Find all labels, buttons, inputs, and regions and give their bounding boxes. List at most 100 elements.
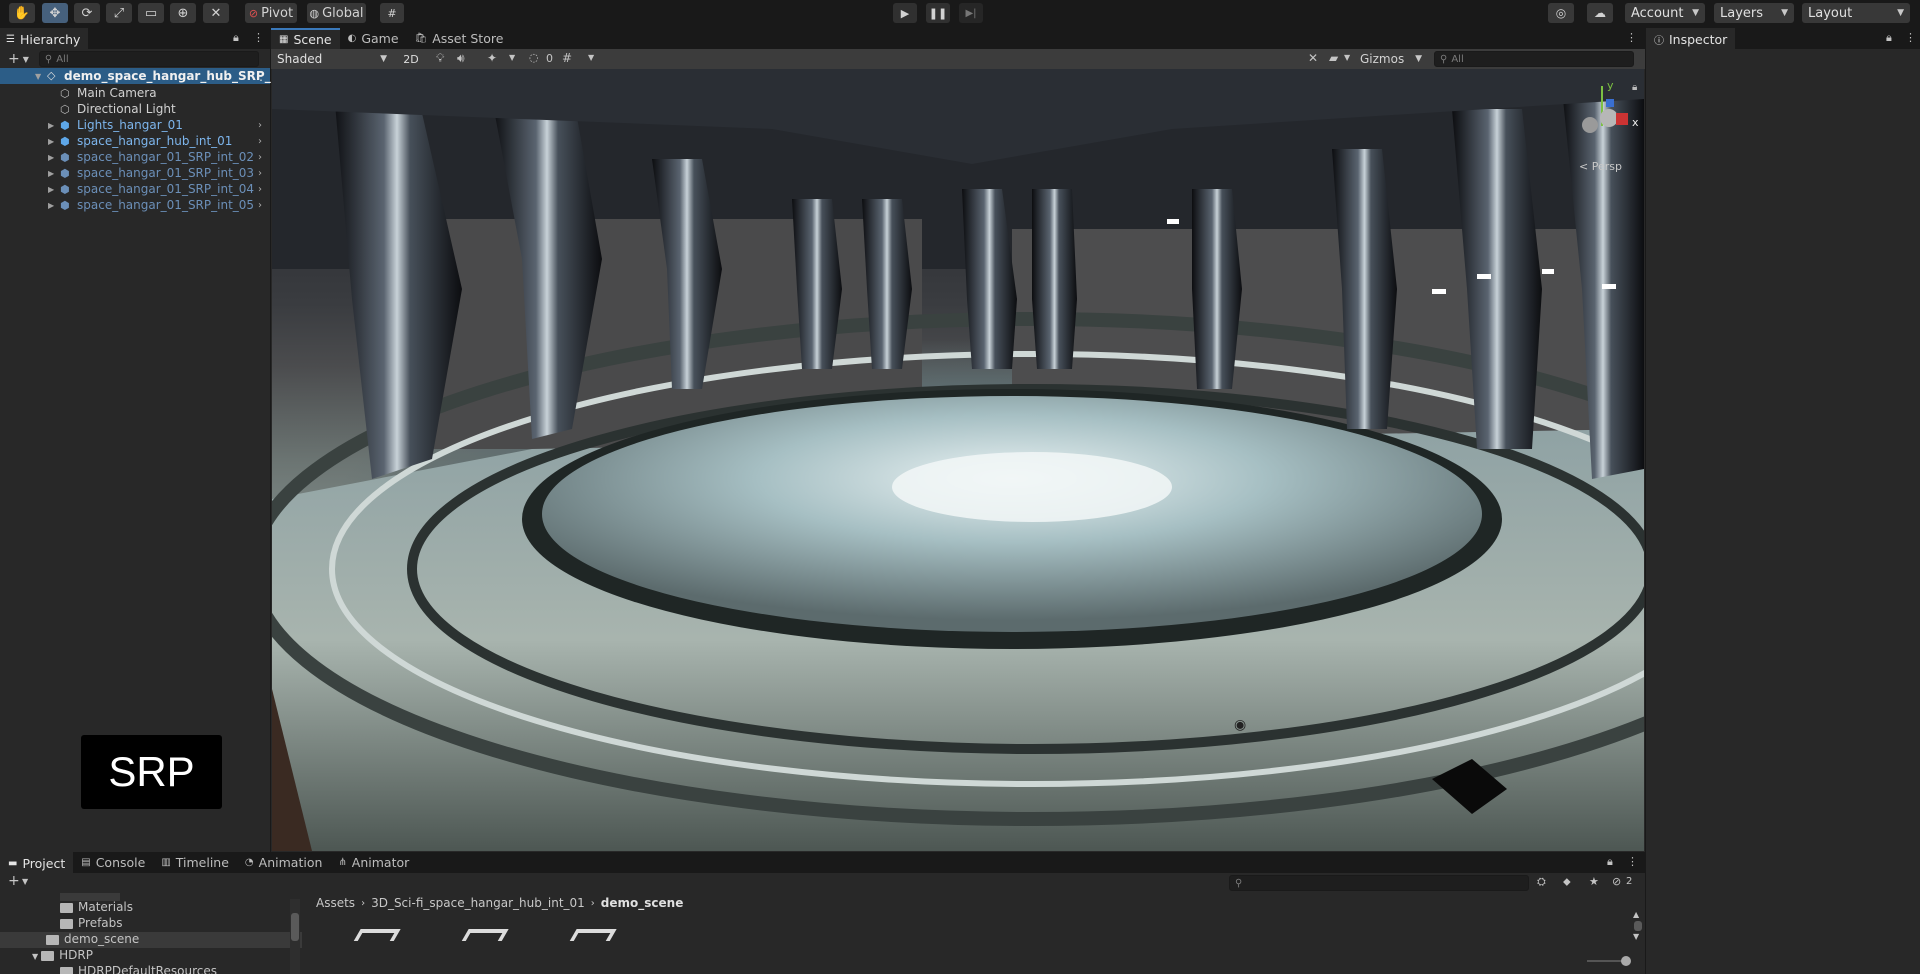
hidden-packages-icon[interactable]: ⊘ (1612, 875, 1621, 888)
lock-icon[interactable]: 🔒︎ (1886, 31, 1892, 45)
icon-size-slider-handle[interactable] (1621, 956, 1631, 966)
more-options-icon[interactable]: ⋮ (1905, 31, 1916, 44)
persp-label[interactable]: < Persp (1579, 160, 1622, 173)
scene-viewport[interactable]: y x 🔒︎ < Persp ◉ (272, 69, 1644, 851)
tools-icon[interactable]: ✕ (1308, 51, 1318, 65)
camera-icon[interactable]: ▰ (1329, 51, 1338, 65)
folder-item[interactable]: HDRPDefaultResources (60, 964, 217, 974)
orientation-gizmo[interactable]: y x 🔒︎ < Persp (1562, 69, 1644, 184)
more-options-icon[interactable]: ⋮ (253, 31, 264, 44)
favorite-star-icon[interactable]: ★ (1589, 875, 1599, 888)
tab-timeline[interactable]: ▥ Timeline (153, 852, 237, 873)
rotate-tool-button[interactable]: ⟳ (74, 3, 100, 23)
tab-inspector[interactable]: ⓘ Inspector (1646, 28, 1736, 49)
unity-asset-icon[interactable] (352, 927, 402, 941)
grid-snap-button[interactable]: # (380, 3, 404, 23)
expand-arrow-icon[interactable]: ▼ (35, 72, 41, 81)
rect-tool-button[interactable]: ▭ (138, 3, 164, 23)
hierarchy-search-input[interactable]: ⚲ All (38, 51, 259, 67)
assets-scrollbar[interactable]: ▲ ▼ (1633, 911, 1643, 943)
tree-scrollbar[interactable] (290, 899, 300, 974)
breadcrumb-item[interactable]: Assets (316, 896, 355, 910)
chevron-right-icon[interactable]: › (258, 152, 262, 163)
more-options-icon[interactable]: ⋮ (1626, 31, 1637, 44)
breadcrumb-item[interactable]: 3D_Sci-fi_space_hangar_hub_int_01 (371, 896, 585, 910)
tab-hierarchy[interactable]: ☰ Hierarchy (0, 28, 89, 49)
grid-icon[interactable]: # (562, 51, 572, 65)
tab-asset-store[interactable]: 🛍︎ Asset Store (407, 28, 512, 49)
shading-mode-dropdown[interactable]: Shaded ▼ (273, 50, 391, 68)
expand-arrow-icon[interactable]: ▶ (48, 185, 54, 194)
layout-dropdown[interactable]: Layout ▼ (1802, 3, 1910, 23)
global-toggle[interactable]: ◍ Global (307, 3, 366, 23)
lock-icon[interactable]: 🔒︎ (1607, 855, 1613, 869)
search-by-type-icon[interactable]: ⛭ (1537, 875, 1546, 889)
hierarchy-item[interactable]: ▶ ⬢ space_hangar_01_SRP_int_04 › (0, 181, 270, 197)
move-tool-button[interactable]: ✥ (42, 3, 68, 23)
tab-scene[interactable]: ▦ Scene (271, 28, 340, 49)
more-options-icon[interactable]: ⋮ (1627, 855, 1638, 868)
transform-tool-button[interactable]: ⊕ (170, 3, 196, 23)
chevron-down-icon[interactable]: ▼ (1344, 53, 1350, 62)
layers-dropdown[interactable]: Layers ▼ (1714, 3, 1794, 23)
chevron-right-icon[interactable]: › (258, 200, 262, 211)
chevron-down-icon[interactable]: ▼ (23, 55, 29, 64)
folder-item[interactable]: Materials (60, 900, 133, 916)
tree-scrollbar-thumb[interactable] (291, 913, 299, 941)
effects-icon[interactable]: ✦ (487, 51, 497, 65)
more-options-icon[interactable]: ⋮ (255, 69, 267, 83)
hand-tool-button[interactable]: ✋ (9, 3, 35, 23)
expand-arrow-icon[interactable]: ▼ (32, 952, 38, 961)
lighting-icon[interactable]: 💡︎ (436, 51, 444, 66)
folder-item-selected[interactable]: demo_scene (0, 932, 302, 948)
tab-console[interactable]: ▤ Console (73, 852, 153, 873)
hierarchy-item[interactable]: ▶ ⬢ space_hangar_hub_int_01 › (0, 133, 270, 149)
chevron-down-icon[interactable]: ▼ (588, 53, 594, 62)
custom-tool-button[interactable]: ✕ (203, 3, 229, 23)
chevron-down-icon[interactable]: ▼ (509, 53, 515, 62)
add-icon[interactable]: + (8, 51, 20, 67)
hierarchy-item[interactable]: ▶ ⬢ Lights_hangar_01 › (0, 117, 270, 133)
tab-animation[interactable]: ◔ Animation (237, 852, 330, 873)
chevron-right-icon[interactable]: › (258, 168, 262, 179)
play-button[interactable]: ▶ (893, 3, 917, 23)
breadcrumb-item-current[interactable]: demo_scene (601, 896, 684, 910)
hierarchy-item[interactable]: ⬡ Directional Light (0, 101, 270, 117)
collab-button[interactable]: ◎ (1548, 3, 1574, 23)
folder-item[interactable]: Prefabs (60, 916, 123, 932)
scene-visibility-icon[interactable]: ◌ (529, 51, 539, 64)
scene-search-input[interactable]: ⚲ All (1434, 51, 1634, 67)
tab-animator[interactable]: ⋔ Animator (330, 852, 417, 873)
folder-item[interactable]: ▼ HDRP (32, 948, 93, 964)
hierarchy-item[interactable]: ▶ ⬢ space_hangar_01_SRP_int_05 › (0, 197, 270, 213)
hierarchy-item[interactable]: ⬡ Main Camera (0, 85, 270, 101)
expand-arrow-icon[interactable]: ▶ (48, 169, 54, 178)
gizmos-dropdown[interactable]: Gizmos ▼ (1360, 50, 1422, 68)
account-dropdown[interactable]: Account ▼ (1625, 3, 1705, 23)
hierarchy-item[interactable]: ▶ ⬢ space_hangar_01_SRP_int_02 › (0, 149, 270, 165)
chevron-right-icon[interactable]: › (258, 120, 262, 131)
assets-scrollbar-thumb[interactable] (1634, 921, 1642, 931)
chevron-down-icon[interactable]: ▼ (22, 877, 28, 886)
scale-tool-button[interactable]: ⤢ (106, 3, 132, 23)
audio-icon[interactable]: 🔊︎ (457, 51, 465, 66)
expand-arrow-icon[interactable]: ▶ (48, 137, 54, 146)
chevron-right-icon[interactable]: › (258, 136, 262, 147)
icon-size-slider[interactable] (1587, 956, 1631, 966)
tab-project[interactable]: ▬ Project (0, 852, 74, 873)
hierarchy-root-row[interactable]: ▼ ◇ demo_space_hangar_hub_SRP_ ⋮ (0, 68, 271, 84)
lock-icon[interactable]: 🔒︎ (1632, 82, 1637, 93)
expand-arrow-icon[interactable]: ▶ (48, 121, 54, 130)
pivot-toggle[interactable]: ⊘ Pivot (245, 3, 297, 23)
pause-button[interactable]: ❚❚ (926, 3, 950, 23)
tab-game[interactable]: ◐ Game (340, 28, 407, 49)
2d-toggle[interactable]: 2D (399, 50, 423, 68)
expand-arrow-icon[interactable]: ▶ (48, 201, 54, 210)
expand-arrow-icon[interactable]: ▶ (48, 153, 54, 162)
search-by-label-icon[interactable]: ⬥ (1563, 875, 1571, 889)
scroll-down-icon[interactable]: ▼ (1633, 933, 1643, 941)
lock-icon[interactable]: 🔒︎ (233, 31, 239, 45)
cloud-button[interactable]: ☁ (1587, 3, 1613, 23)
hierarchy-item[interactable]: ▶ ⬢ space_hangar_01_SRP_int_03 › (0, 165, 270, 181)
step-button[interactable]: ▶| (959, 3, 983, 23)
